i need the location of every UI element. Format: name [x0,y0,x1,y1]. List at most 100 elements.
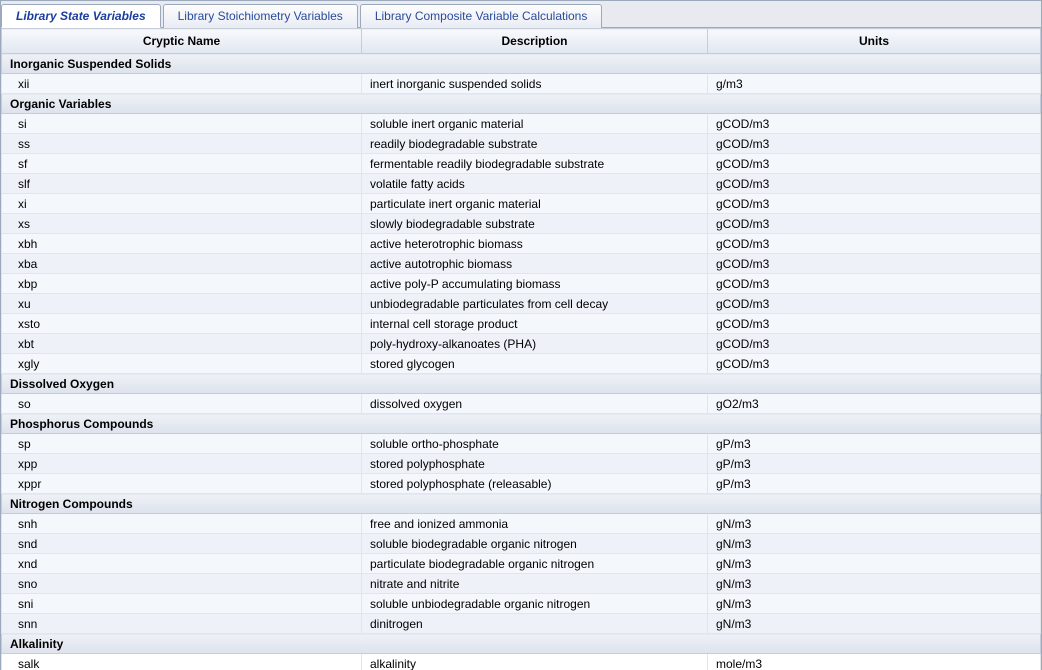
table-row[interactable]: xppstored polyphosphategP/m3 [2,454,1041,474]
cell-description: soluble inert organic material [362,114,708,134]
cell-units: gCOD/m3 [708,214,1041,234]
cell-cryptic-name: si [2,114,362,134]
table-row[interactable]: xndparticulate biodegradable organic nit… [2,554,1041,574]
cell-units: gP/m3 [708,454,1041,474]
section-header: Dissolved Oxygen [2,374,1041,394]
section-header: Inorganic Suspended Solids [2,54,1041,74]
cell-units: gCOD/m3 [708,234,1041,254]
cell-cryptic-name: xs [2,214,362,234]
table-row[interactable]: xuunbiodegradable particulates from cell… [2,294,1041,314]
cell-description: active autotrophic biomass [362,254,708,274]
cell-units: gN/m3 [708,594,1041,614]
cell-description: nitrate and nitrite [362,574,708,594]
table-row[interactable]: xstointernal cell storage productgCOD/m3 [2,314,1041,334]
cell-units: gCOD/m3 [708,274,1041,294]
cell-cryptic-name: xu [2,294,362,314]
table-row[interactable]: spsoluble ortho-phosphategP/m3 [2,434,1041,454]
cell-description: soluble unbiodegradable organic nitrogen [362,594,708,614]
cell-description: dinitrogen [362,614,708,634]
table-row[interactable]: sisoluble inert organic materialgCOD/m3 [2,114,1041,134]
table-row[interactable]: xbtpoly-hydroxy-alkanoates (PHA)gCOD/m3 [2,334,1041,354]
cell-description: stored polyphosphate [362,454,708,474]
cell-units: gCOD/m3 [708,314,1041,334]
table-row[interactable]: sffermentable readily biodegradable subs… [2,154,1041,174]
cell-cryptic-name: xbp [2,274,362,294]
column-header-units[interactable]: Units [708,29,1041,54]
cell-units: gCOD/m3 [708,354,1041,374]
cell-units: gCOD/m3 [708,174,1041,194]
column-header-cryptic-name[interactable]: Cryptic Name [2,29,362,54]
section-header: Alkalinity [2,634,1041,654]
cell-units: gCOD/m3 [708,254,1041,274]
table-scroll-area[interactable]: Cryptic Name Description Units Inorganic… [1,28,1041,670]
cell-cryptic-name: salk [2,654,362,670]
cell-cryptic-name: xi [2,194,362,214]
table-row[interactable]: sodissolved oxygengO2/m3 [2,394,1041,414]
cell-units: gCOD/m3 [708,194,1041,214]
section-header: Nitrogen Compounds [2,494,1041,514]
table-row[interactable]: xglystored glycogengCOD/m3 [2,354,1041,374]
cell-description: internal cell storage product [362,314,708,334]
cell-cryptic-name: xppr [2,474,362,494]
cell-cryptic-name: sno [2,574,362,594]
tab-bar: Library State VariablesLibrary Stoichiom… [1,1,1041,28]
cell-description: active poly-P accumulating biomass [362,274,708,294]
cell-units: gN/m3 [708,614,1041,634]
cell-units: gP/m3 [708,434,1041,454]
section-header: Organic Variables [2,94,1041,114]
tab-library-stoichiometry-variables[interactable]: Library Stoichiometry Variables [163,4,358,28]
cell-description: particulate inert organic material [362,194,708,214]
cell-description: soluble biodegradable organic nitrogen [362,534,708,554]
tab-library-state-variables[interactable]: Library State Variables [1,4,161,28]
cell-units: gN/m3 [708,574,1041,594]
table-row[interactable]: xsslowly biodegradable substrategCOD/m3 [2,214,1041,234]
cell-description: slowly biodegradable substrate [362,214,708,234]
table-row[interactable]: xpprstored polyphosphate (releasable)gP/… [2,474,1041,494]
cell-description: volatile fatty acids [362,174,708,194]
cell-units: gN/m3 [708,554,1041,574]
cell-cryptic-name: snd [2,534,362,554]
cell-units: gCOD/m3 [708,154,1041,174]
table-row[interactable]: snisoluble unbiodegradable organic nitro… [2,594,1041,614]
cell-description: poly-hydroxy-alkanoates (PHA) [362,334,708,354]
cell-description: particulate biodegradable organic nitrog… [362,554,708,574]
table-row[interactable]: xbaactive autotrophic biomassgCOD/m3 [2,254,1041,274]
cell-cryptic-name: sp [2,434,362,454]
cell-cryptic-name: snh [2,514,362,534]
cell-cryptic-name: xba [2,254,362,274]
cell-units: gCOD/m3 [708,114,1041,134]
cell-units: gN/m3 [708,534,1041,554]
cell-description: stored glycogen [362,354,708,374]
column-header-description[interactable]: Description [362,29,708,54]
cell-description: fermentable readily biodegradable substr… [362,154,708,174]
table-row[interactable]: xiiinert inorganic suspended solidsg/m3 [2,74,1041,94]
table-row[interactable]: xbpactive poly-P accumulating biomassgCO… [2,274,1041,294]
cell-units: g/m3 [708,74,1041,94]
tab-library-composite-variable-calculations[interactable]: Library Composite Variable Calculations [360,4,603,28]
cell-cryptic-name: xgly [2,354,362,374]
table-row[interactable]: xbhactive heterotrophic biomassgCOD/m3 [2,234,1041,254]
table-row[interactable]: salkalkalinitymole/m3 [2,654,1041,670]
cell-cryptic-name: sf [2,154,362,174]
table-row[interactable]: snonitrate and nitritegN/m3 [2,574,1041,594]
cell-units: gCOD/m3 [708,134,1041,154]
table-row[interactable]: ssreadily biodegradable substrategCOD/m3 [2,134,1041,154]
cell-cryptic-name: ss [2,134,362,154]
cell-units: mole/m3 [708,654,1041,670]
cell-cryptic-name: sni [2,594,362,614]
table-row[interactable]: snndinitrogengN/m3 [2,614,1041,634]
cell-units: gCOD/m3 [708,334,1041,354]
cell-cryptic-name: xnd [2,554,362,574]
cell-description: alkalinity [362,654,708,670]
cell-description: free and ionized ammonia [362,514,708,534]
cell-description: dissolved oxygen [362,394,708,414]
table-row[interactable]: xiparticulate inert organic materialgCOD… [2,194,1041,214]
cell-cryptic-name: xii [2,74,362,94]
state-variables-table: Cryptic Name Description Units Inorganic… [1,28,1041,670]
cell-description: soluble ortho-phosphate [362,434,708,454]
table-row[interactable]: snhfree and ionized ammoniagN/m3 [2,514,1041,534]
cell-units: gN/m3 [708,514,1041,534]
cell-units: gO2/m3 [708,394,1041,414]
table-row[interactable]: sndsoluble biodegradable organic nitroge… [2,534,1041,554]
table-row[interactable]: slfvolatile fatty acidsgCOD/m3 [2,174,1041,194]
